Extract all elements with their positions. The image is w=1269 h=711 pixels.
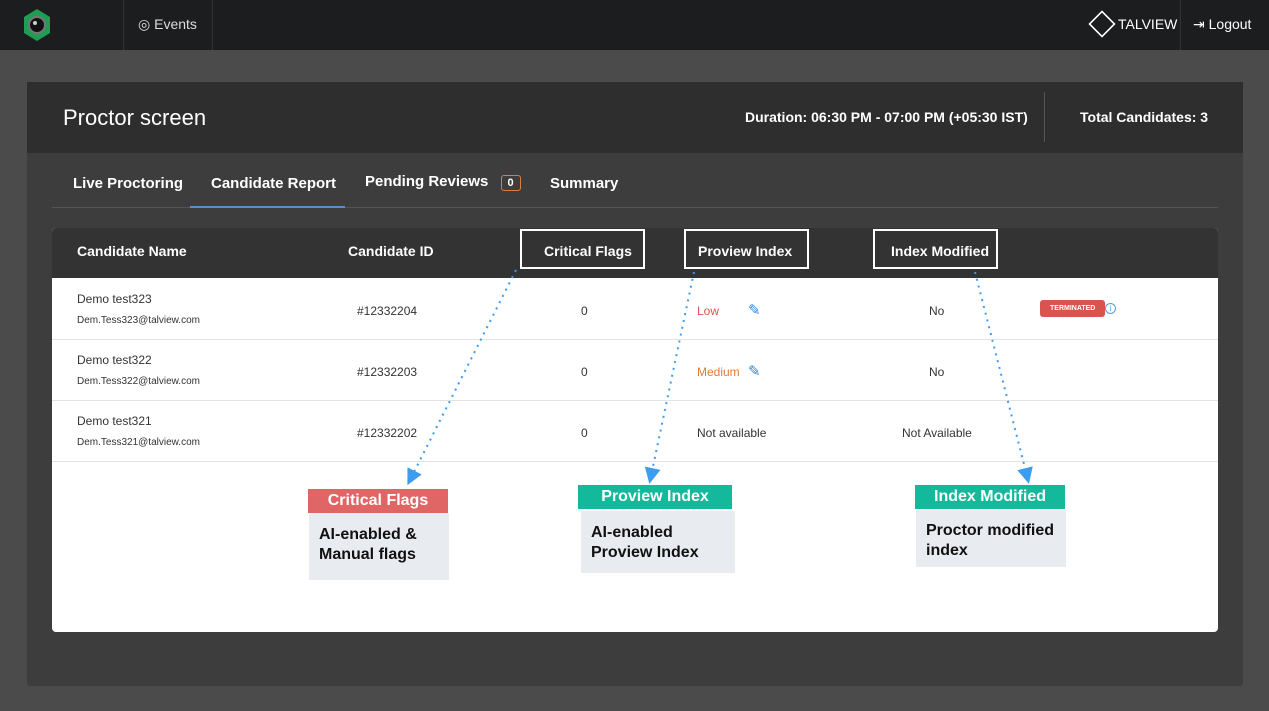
critical-flags-callout-desc: AI-enabled & Manual flags	[309, 513, 449, 580]
index-modified-callout-title: Index Modified	[915, 485, 1065, 509]
critical-flags-callout-title: Critical Flags	[308, 489, 448, 513]
proview-index-callout-title: Proview Index	[578, 485, 732, 509]
annotation-arrows	[407, 269, 1033, 486]
proview-index-callout-desc: AI-enabled Proview Index	[581, 511, 735, 573]
index-modified-callout-desc: Proctor modified index	[916, 510, 1066, 567]
